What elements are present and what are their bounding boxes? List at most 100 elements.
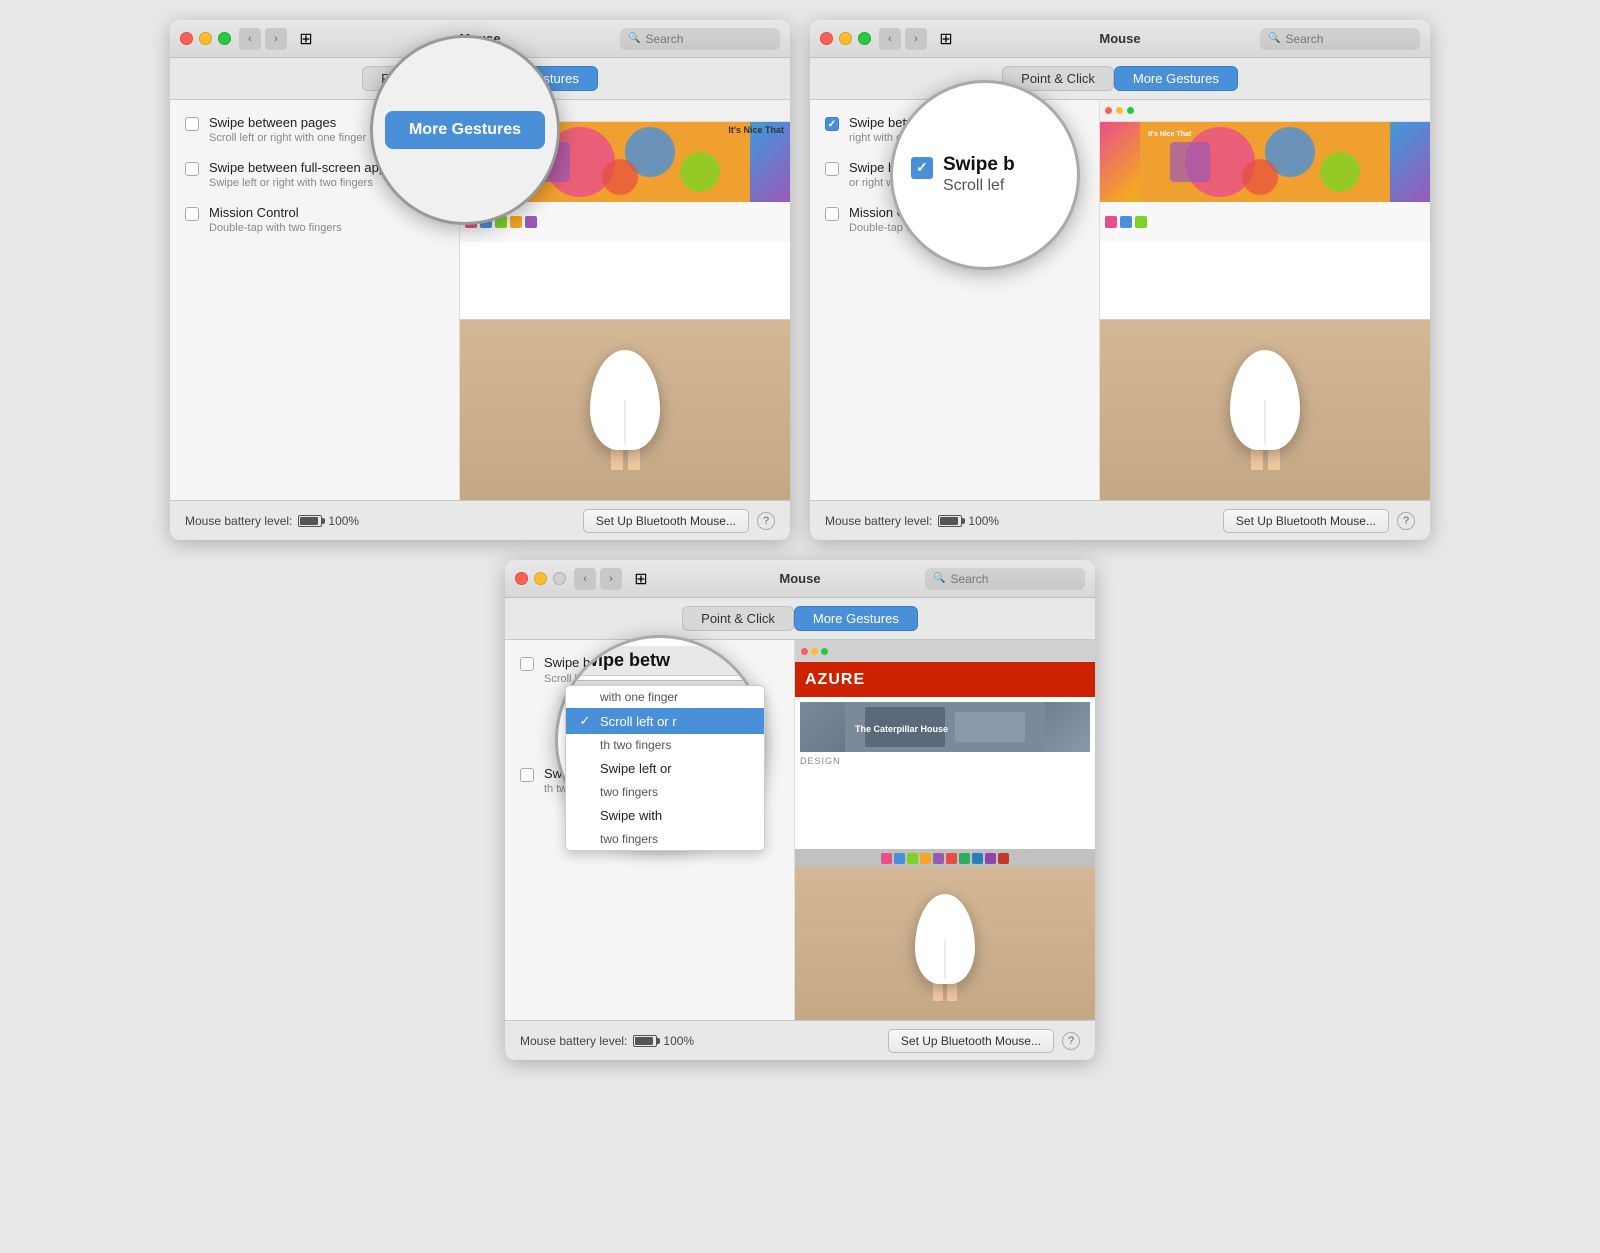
dock-icon-2b — [1120, 216, 1132, 228]
search-input-2[interactable] — [1285, 32, 1412, 46]
grid-btn-1[interactable]: ⊞ — [295, 28, 317, 50]
mouse-container-3 — [915, 894, 975, 1001]
dock-icon-3f — [946, 853, 957, 864]
titlebar-2: ‹ › ⊞ Mouse 🔍 — [810, 20, 1430, 58]
checkbox-fullscreen-3[interactable] — [520, 768, 534, 782]
nav-btns-1: ‹ › ⊞ — [239, 28, 317, 50]
checkbox-fullscreen-2[interactable] — [825, 162, 839, 176]
nav-btns-2: ‹ › ⊞ — [879, 28, 957, 50]
gesture-subtitle-mission-1: Double-tap with two fingers — [209, 222, 342, 234]
search-input-3[interactable] — [950, 572, 1077, 586]
checkbox-swipe-pages-3[interactable] — [520, 657, 534, 671]
search-input-1[interactable] — [645, 32, 772, 46]
mag2-check: ✓ — [916, 159, 928, 176]
window-1: ‹ › ⊞ Mouse 🔍 Point & Click More Gesture… — [170, 20, 790, 540]
dropdown-item-with-one[interactable]: with one finger — [566, 686, 764, 708]
dock-icon-3j — [998, 853, 1009, 864]
dropdown-item-label-2: Swipe left or — [600, 761, 672, 776]
maximize-btn-2[interactable] — [858, 32, 871, 45]
tab-more-gestures-2[interactable]: More Gestures — [1114, 66, 1238, 91]
forward-btn-3[interactable]: › — [600, 568, 622, 590]
window-title-3: Mouse — [779, 571, 820, 586]
minimize-btn-1[interactable] — [199, 32, 212, 45]
tab-bar-2: Point & Click More Gestures — [810, 58, 1430, 100]
search-bar-1[interactable]: 🔍 — [620, 28, 780, 50]
azure-content-3: AZURE The Caterpillar House — [795, 662, 1095, 849]
window-3: ‹ › ⊞ Mouse 🔍 Point & Click More Gesture… — [505, 560, 1095, 1060]
back-btn-1[interactable]: ‹ — [239, 28, 261, 50]
minimize-btn-3[interactable] — [534, 572, 547, 585]
gesture-subtitle-swipe-pages-1: Scroll left or right with one finger — [209, 132, 366, 144]
close-btn-1[interactable] — [180, 32, 193, 45]
forward-btn-2[interactable]: › — [905, 28, 927, 50]
gesture-subtitle-row-1: Scroll left or right with one finger ▾ — [209, 130, 376, 144]
help-btn-3[interactable]: ? — [1062, 1032, 1080, 1050]
tab-more-gestures-3[interactable]: More Gestures — [794, 606, 918, 631]
azure-dot-g — [821, 648, 828, 655]
battery-info-1: Mouse battery level: 100% — [185, 514, 359, 528]
tab-point-click-3[interactable]: Point & Click — [682, 606, 794, 631]
gesture-text-swipe-pages-1: Swipe between pages Scroll left or right… — [209, 115, 376, 144]
grid-btn-2[interactable]: ⊞ — [935, 28, 957, 50]
checkbox-swipe-pages-1[interactable] — [185, 117, 199, 131]
bottom-bar-3: Mouse battery level: 100% Set Up Bluetoo… — [505, 1020, 1095, 1060]
back-btn-2[interactable]: ‹ — [879, 28, 901, 50]
gesture-text-mission-1: Mission Control Double-tap with two fing… — [209, 205, 342, 234]
bottom-row: ‹ › ⊞ Mouse 🔍 Point & Click More Gesture… — [20, 560, 1580, 1060]
mag2-text-block: Swipe b Scroll lef — [943, 155, 1015, 196]
setup-btn-3[interactable]: Set Up Bluetooth Mouse... — [888, 1029, 1054, 1053]
close-btn-3[interactable] — [515, 572, 528, 585]
checkmark-2: ✓ — [828, 119, 836, 130]
dropdown-item-swipe-with[interactable]: Swipe with — [566, 803, 764, 828]
bottom-bar-1: Mouse battery level: 100% Set Up Bluetoo… — [170, 500, 790, 540]
dropdown-item-label-3b: two fingers — [600, 832, 658, 846]
mag-more-gestures-label: More Gestures — [385, 111, 545, 149]
help-btn-1[interactable]: ? — [757, 512, 775, 530]
browser-toolbar-2 — [1100, 100, 1430, 122]
mouse-container-1 — [590, 350, 660, 470]
close-btn-2[interactable] — [820, 32, 833, 45]
dropdown-item-two-fingers-b[interactable]: two fingers — [566, 781, 764, 803]
dropdown-item-swipe-left[interactable]: Swipe left or — [566, 756, 764, 781]
dock-icon-2a — [1105, 216, 1117, 228]
battery-fill-3 — [635, 1037, 653, 1045]
tab-bar-3: Point & Click More Gestures — [505, 598, 1095, 640]
forward-btn-1[interactable]: › — [265, 28, 287, 50]
window-2: ‹ › ⊞ Mouse 🔍 Point & Click More Gesture… — [810, 20, 1430, 540]
battery-label-1: Mouse battery level: — [185, 514, 292, 528]
gesture-title-swipe-pages-1: Swipe between pages — [209, 115, 376, 130]
azure-img-3: The Caterpillar House — [800, 702, 1090, 752]
minimize-btn-2[interactable] — [839, 32, 852, 45]
dropdown-item-with-two[interactable]: th two fingers — [566, 734, 764, 756]
search-bar-3[interactable]: 🔍 — [925, 568, 1085, 590]
search-bar-2[interactable]: 🔍 — [1260, 28, 1420, 50]
mouse-line-3 — [945, 939, 946, 980]
back-btn-3[interactable]: ‹ — [574, 568, 596, 590]
battery-pct-3: 100% — [663, 1034, 694, 1048]
dock-icon-3e — [933, 853, 944, 864]
grid-btn-3[interactable]: ⊞ — [630, 568, 652, 590]
checkbox-mission-1[interactable] — [185, 207, 199, 221]
battery-info-3: Mouse battery level: 100% — [520, 1034, 694, 1048]
maximize-btn-3[interactable] — [553, 572, 566, 585]
battery-fill-1 — [300, 517, 318, 525]
magnifier-inner-2: ✓ Swipe b Scroll lef — [893, 83, 1077, 267]
left-panel-3: Swipe between pages Scroll left or right… — [505, 640, 795, 1020]
search-icon-3: 🔍 — [933, 573, 945, 584]
azure-header-3 — [795, 640, 1095, 662]
gesture-text-fullscreen-1: Swipe between full-screen apps Swipe lef… — [209, 160, 393, 189]
setup-btn-2[interactable]: Set Up Bluetooth Mouse... — [1223, 509, 1389, 533]
battery-icon-1 — [298, 515, 322, 527]
maximize-btn-1[interactable] — [218, 32, 231, 45]
setup-btn-1[interactable]: Set Up Bluetooth Mouse... — [583, 509, 749, 533]
dropdown-item-scroll-left[interactable]: ✓ Scroll left or r — [566, 708, 764, 734]
checkbox-mission-2[interactable] — [825, 207, 839, 221]
azure-top-bar-3: AZURE — [795, 662, 1095, 697]
checkbox-swipe-pages-2[interactable]: ✓ — [825, 117, 839, 131]
checkbox-fullscreen-1[interactable] — [185, 162, 199, 176]
dropdown-item-two-fingers-c[interactable]: two fingers — [566, 828, 764, 850]
dock-icon-3a — [881, 853, 892, 864]
right-panel-2: It's Nice That — [1100, 100, 1430, 500]
help-btn-2[interactable]: ? — [1397, 512, 1415, 530]
magnifier-2: ✓ Swipe b Scroll lef — [890, 80, 1080, 270]
